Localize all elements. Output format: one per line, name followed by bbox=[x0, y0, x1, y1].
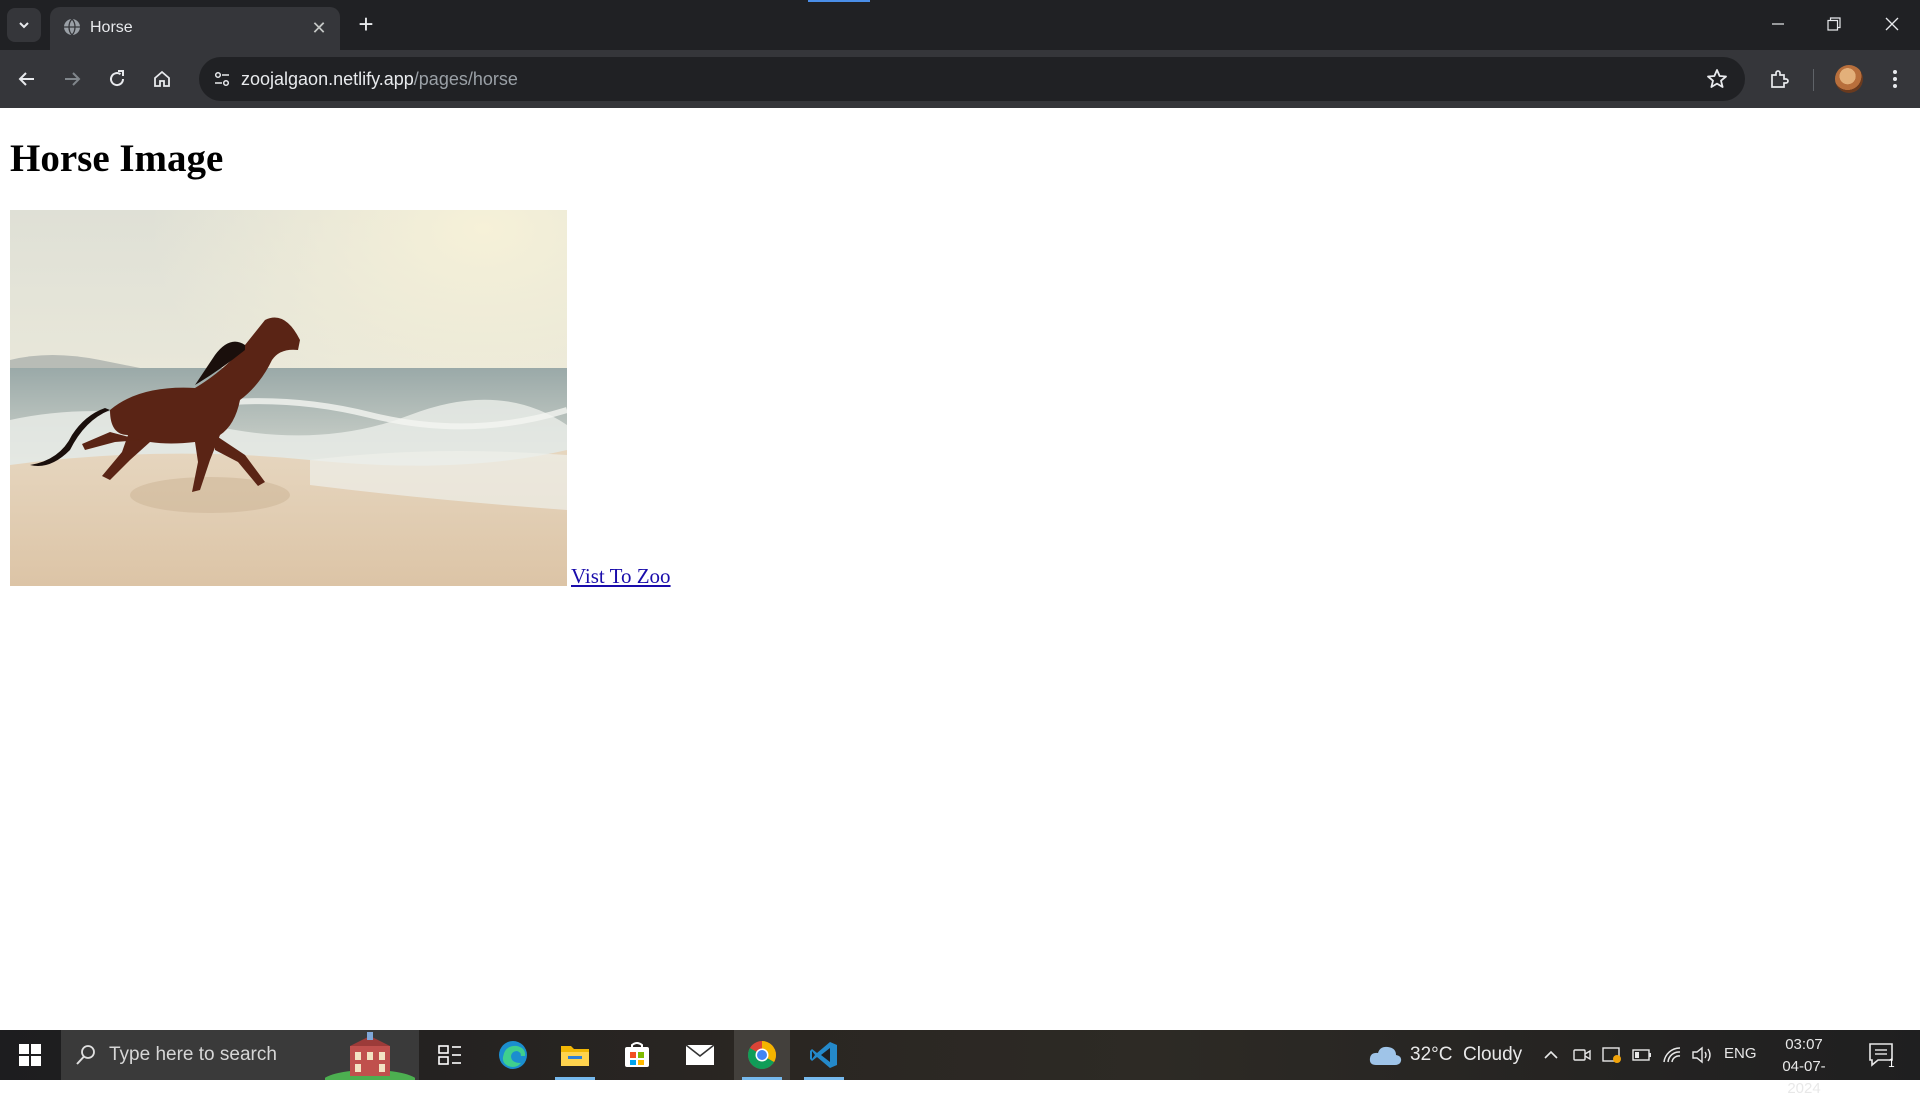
camera-icon bbox=[1573, 1049, 1591, 1061]
browser-toolbar: zoojalgaon.netlify.app/pages/horse bbox=[0, 50, 1920, 108]
task-view-button[interactable] bbox=[422, 1030, 478, 1080]
home-icon bbox=[154, 70, 170, 87]
new-tab-button[interactable]: + bbox=[351, 9, 381, 39]
url-text: zoojalgaon.netlify.app/pages/horse bbox=[241, 69, 518, 90]
address-bar[interactable]: zoojalgaon.netlify.app/pages/horse bbox=[199, 57, 1745, 101]
tab-search-button[interactable] bbox=[7, 8, 41, 42]
cloud-icon bbox=[1369, 1046, 1402, 1065]
visit-zoo-link[interactable]: Vist To Zoo bbox=[571, 564, 671, 589]
site-info-button[interactable] bbox=[209, 66, 235, 92]
input-language-indicator[interactable]: ENG bbox=[1724, 1045, 1757, 1062]
chrome-icon bbox=[748, 1041, 776, 1069]
chevron-down-icon bbox=[19, 22, 29, 29]
forward-button[interactable] bbox=[55, 62, 89, 96]
security-tray-button[interactable] bbox=[1598, 1030, 1626, 1080]
reload-icon bbox=[110, 70, 125, 87]
speaker-icon bbox=[1692, 1046, 1711, 1064]
arrow-right-icon bbox=[65, 72, 81, 86]
active-tab[interactable]: Horse ✕ bbox=[50, 7, 340, 50]
task-view-icon bbox=[438, 1045, 461, 1065]
puzzle-icon bbox=[1771, 70, 1789, 88]
weather-text: 32°C Cloudy bbox=[1410, 1044, 1523, 1065]
tab-title: Horse bbox=[90, 19, 133, 36]
search-icon bbox=[76, 1045, 95, 1065]
minimize-icon bbox=[1772, 23, 1784, 25]
loading-indicator bbox=[808, 0, 870, 2]
back-button[interactable] bbox=[10, 62, 44, 96]
browser-menu-button[interactable] bbox=[1880, 62, 1910, 96]
home-button[interactable] bbox=[145, 62, 179, 96]
windows-taskbar: Type here to search 32°C Cloudy ENG 03:0… bbox=[0, 1030, 1920, 1097]
close-icon bbox=[1885, 17, 1899, 31]
page-heading: Horse Image bbox=[10, 137, 224, 180]
weather-widget[interactable]: 32°C Cloudy bbox=[1368, 1030, 1522, 1080]
network-tray-button[interactable] bbox=[1658, 1030, 1686, 1080]
chrome-app-button[interactable] bbox=[734, 1030, 790, 1080]
url-path: /pages/horse bbox=[413, 69, 518, 89]
toolbar-divider bbox=[1813, 69, 1814, 91]
mail-app-button[interactable] bbox=[672, 1030, 728, 1080]
clock[interactable]: 03:07 04-07-2024 bbox=[1768, 1034, 1840, 1100]
bookmark-star-icon[interactable] bbox=[1705, 67, 1729, 91]
restore-button[interactable] bbox=[1806, 0, 1862, 48]
file-explorer-button[interactable] bbox=[547, 1030, 603, 1080]
close-tab-icon[interactable]: ✕ bbox=[308, 17, 330, 39]
mail-icon bbox=[685, 1044, 715, 1065]
notification-count-badge: 1 bbox=[1888, 1056, 1895, 1070]
wifi-icon bbox=[1663, 1047, 1681, 1063]
clock-time: 03:07 bbox=[1785, 1036, 1823, 1053]
extensions-button[interactable] bbox=[1762, 62, 1796, 96]
taskbar-search-box[interactable]: Type here to search bbox=[61, 1030, 419, 1080]
restore-icon bbox=[1827, 17, 1841, 31]
profile-avatar[interactable] bbox=[1835, 65, 1863, 93]
web-page: Horse Image Vist To Zoo bbox=[0, 108, 1920, 1030]
clock-date: 04-07-2024 bbox=[1782, 1058, 1826, 1097]
defender-icon bbox=[1602, 1047, 1621, 1063]
vscode-app-button[interactable] bbox=[796, 1030, 852, 1080]
vscode-icon bbox=[810, 1042, 837, 1068]
volume-tray-button[interactable] bbox=[1688, 1030, 1716, 1080]
store-icon bbox=[625, 1042, 649, 1067]
edge-browser-icon bbox=[499, 1041, 527, 1069]
edge-app-button[interactable] bbox=[485, 1030, 541, 1080]
search-placeholder: Type here to search bbox=[109, 1044, 277, 1065]
folder-icon bbox=[561, 1046, 589, 1066]
start-button[interactable] bbox=[0, 1030, 60, 1080]
show-hidden-icons-button[interactable] bbox=[1538, 1030, 1564, 1080]
horse-image bbox=[10, 210, 567, 586]
battery-tray-button[interactable] bbox=[1628, 1030, 1656, 1080]
windows-logo-icon bbox=[19, 1044, 41, 1066]
url-domain: zoojalgaon.netlify.app bbox=[241, 69, 414, 89]
meet-now-tray-button[interactable] bbox=[1568, 1030, 1596, 1080]
chevron-up-icon bbox=[1544, 1050, 1558, 1059]
arrow-left-icon bbox=[18, 72, 34, 86]
globe-icon bbox=[64, 18, 80, 36]
more-vertical-icon bbox=[1893, 70, 1897, 88]
browser-tab-strip: Horse ✕ + bbox=[0, 0, 1920, 50]
tune-icon bbox=[214, 71, 230, 87]
search-highlight-illustration bbox=[325, 1032, 415, 1080]
battery-icon bbox=[1632, 1049, 1651, 1061]
microsoft-store-button[interactable] bbox=[609, 1030, 665, 1080]
reload-button[interactable] bbox=[100, 62, 134, 96]
close-window-button[interactable] bbox=[1864, 0, 1920, 48]
minimize-button[interactable] bbox=[1750, 0, 1806, 48]
